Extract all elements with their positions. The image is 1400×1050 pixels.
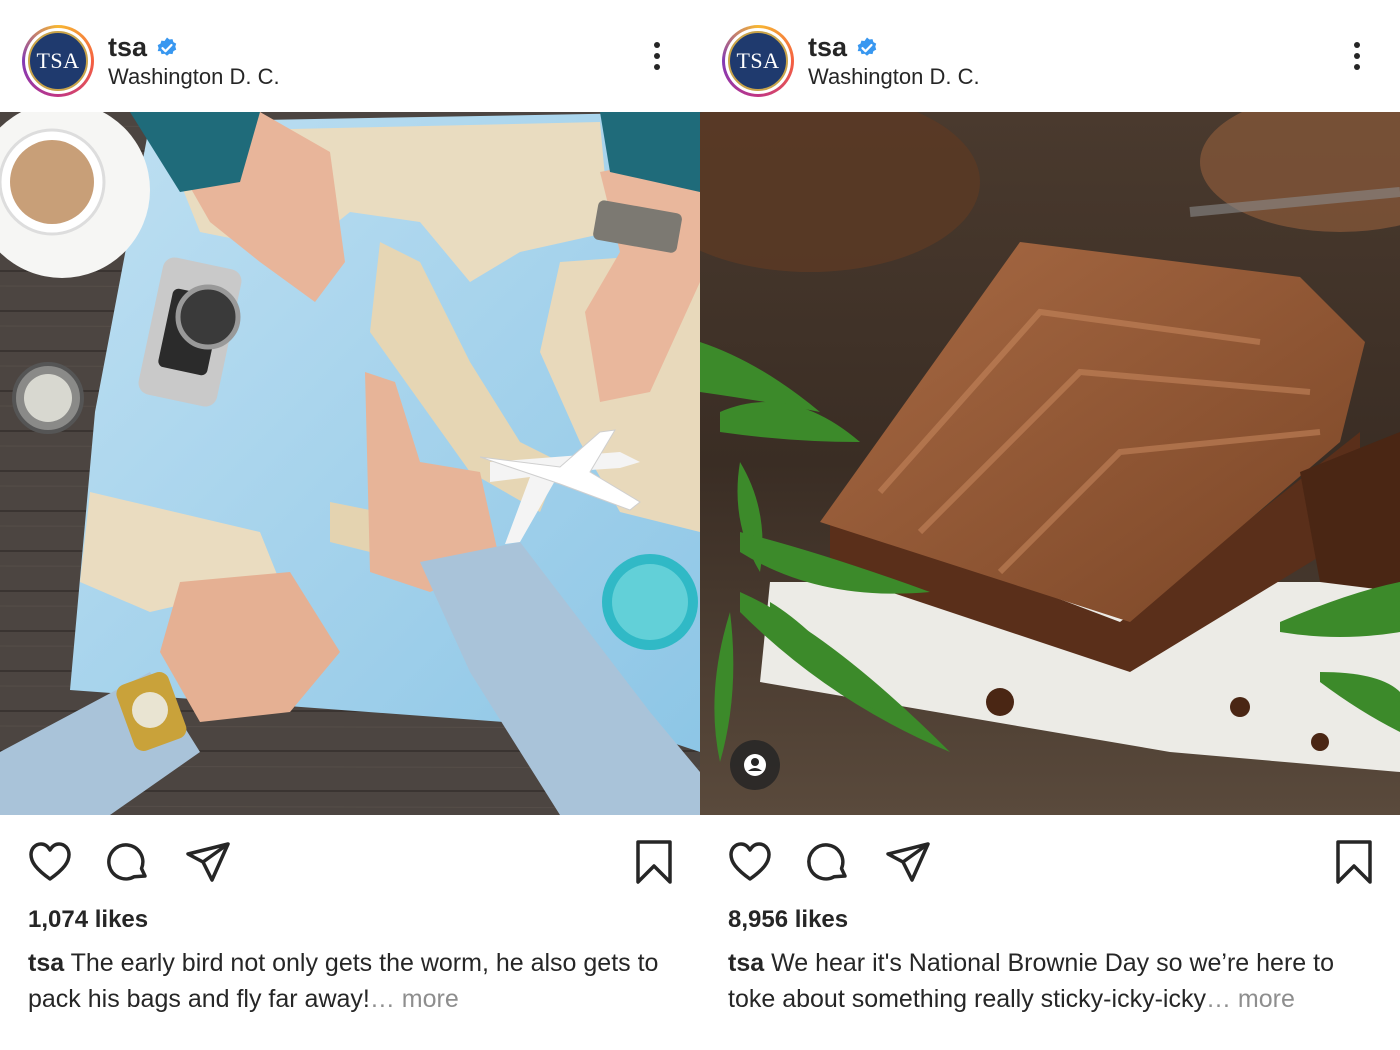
bookmark-icon[interactable] [630,838,678,886]
caption: tsa The early bird not only gets the wor… [28,945,688,1017]
paper-plane-icon[interactable] [184,838,232,886]
paper-plane-icon[interactable] [884,838,932,886]
more-options-icon[interactable] [1346,42,1368,78]
caption-text: The early bird not only gets the worm, h… [28,949,659,1013]
tsa-logo: TSA [28,31,88,91]
avatar[interactable]: TSA [22,25,94,97]
username-text: tsa [808,32,848,62]
heart-icon[interactable] [726,838,774,886]
action-bar [0,830,700,890]
post-card-brownie: TSA tsa Washington D. C. 8,956 likes tsa… [700,0,1400,1050]
tsa-logo: TSA [728,31,788,91]
like-count[interactable]: 1,074 likes [28,906,148,934]
brownie-photo [700,112,1400,815]
travel-photo [0,112,700,815]
caption-username[interactable]: tsa [728,949,764,977]
post-header: TSA tsa Washington D. C. [0,0,700,112]
heart-icon[interactable] [26,838,74,886]
more-link[interactable]: … more [1206,985,1295,1013]
username-text: tsa [108,32,148,62]
user-tag-icon[interactable] [730,740,780,790]
avatar[interactable]: TSA [722,25,794,97]
username-link[interactable]: tsa [808,32,879,63]
comment-bubble-icon[interactable] [104,838,152,886]
more-link[interactable]: … more [370,985,459,1013]
post-image[interactable] [700,112,1400,815]
post-image[interactable] [0,112,700,815]
bookmark-icon[interactable] [1330,838,1378,886]
location-link[interactable]: Washington D. C. [808,64,980,90]
caption-username[interactable]: tsa [28,949,64,977]
post-header: TSA tsa Washington D. C. [700,0,1400,112]
caption: tsa We hear it's National Brownie Day so… [728,945,1388,1017]
username-link[interactable]: tsa [108,32,179,63]
verified-badge-icon [157,37,177,56]
verified-badge-icon [857,37,877,56]
action-bar [700,830,1400,890]
like-count[interactable]: 8,956 likes [728,906,848,934]
comment-bubble-icon[interactable] [804,838,852,886]
more-options-icon[interactable] [646,42,668,78]
location-link[interactable]: Washington D. C. [108,64,280,90]
post-card-travel: TSA tsa Washington D. C. 1,074 likes tsa… [0,0,700,1050]
